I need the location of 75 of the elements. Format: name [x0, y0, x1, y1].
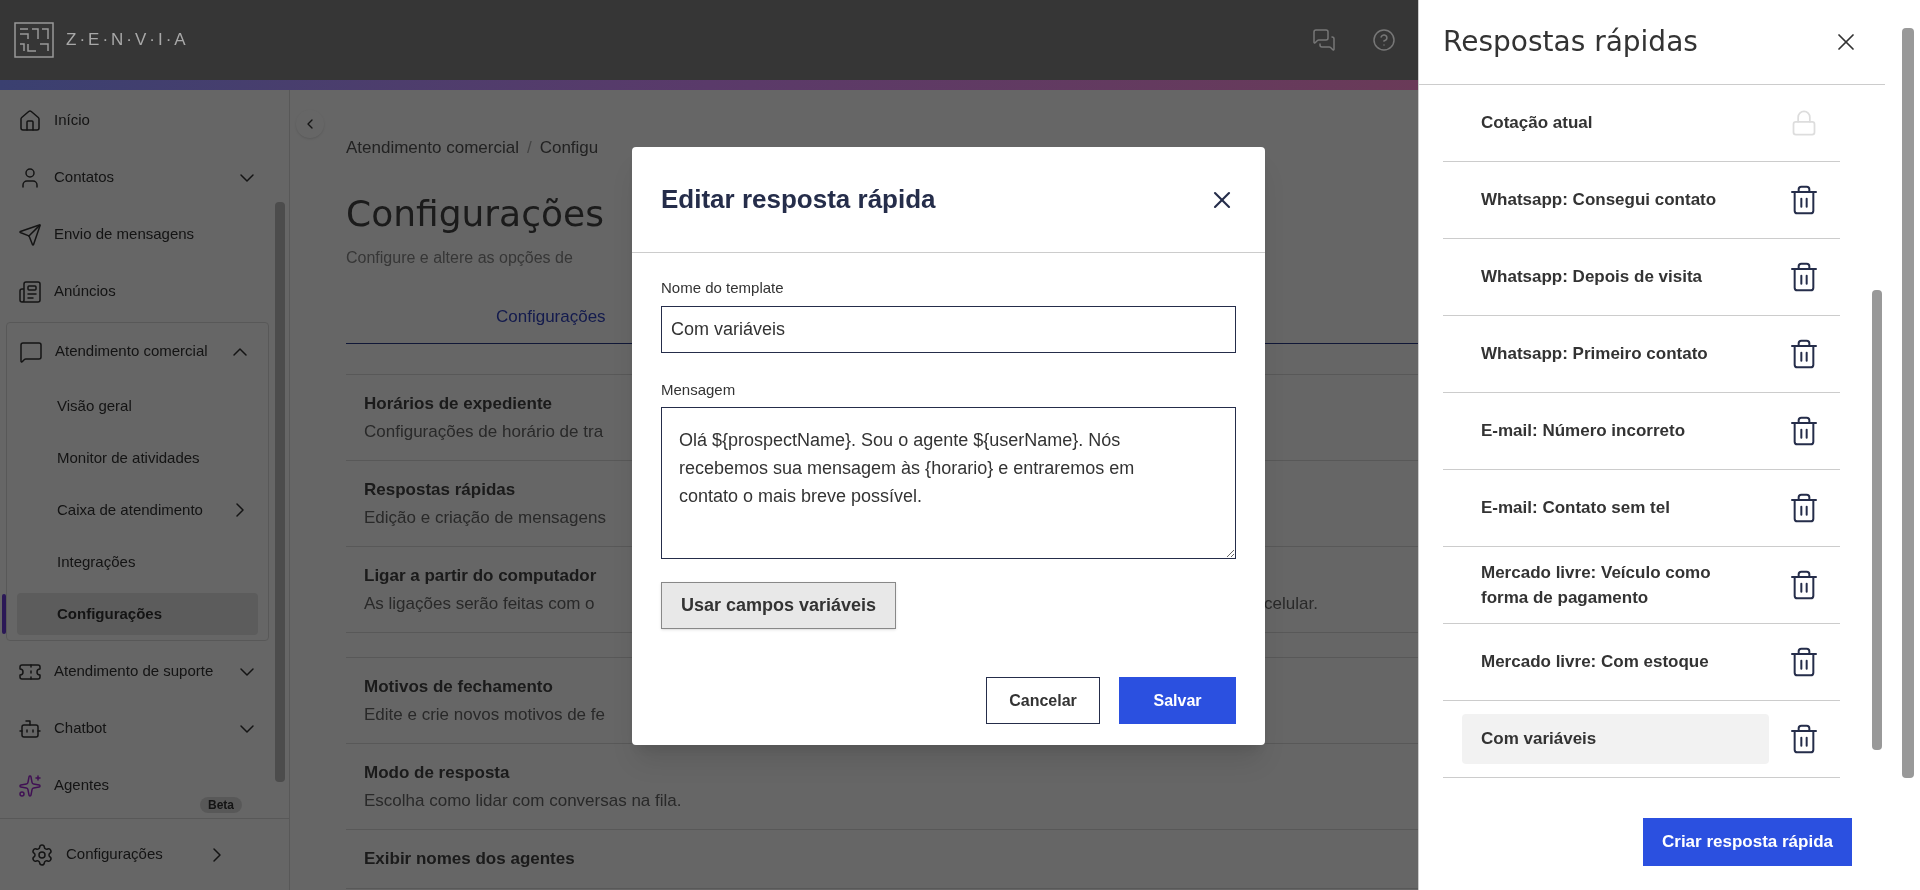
dialog-title: Editar resposta rápida: [661, 183, 936, 216]
template-name-field[interactable]: Com variáveis: [661, 305, 1236, 353]
breadcrumb-link[interactable]: Atendimento comercial: [346, 135, 519, 161]
submenu-item[interactable]: Caixa de atendimento: [7, 484, 268, 536]
sparkles-icon: [18, 773, 42, 798]
section-title: Modo de resposta: [364, 762, 510, 784]
send-icon: [18, 222, 42, 247]
section-description: As ligações serão feitas com o: [364, 593, 595, 613]
logo-icon: [14, 22, 54, 58]
cancel-button[interactable]: Cancelar: [986, 677, 1100, 724]
section-description: Edição e criação de mensagens: [364, 507, 606, 527]
help-icon[interactable]: [1372, 28, 1396, 52]
quick-reply-item[interactable]: Mercado livre: Com estoque: [1462, 637, 1769, 687]
submenu-label: Integrações: [57, 551, 137, 572]
submenu-label: Visão geral: [57, 395, 133, 416]
quick-reply-item[interactable]: Whatsapp: Consegui contato: [1462, 175, 1769, 225]
section-title: Ligar a partir do computador: [364, 565, 597, 587]
sidebar-item[interactable]: Envio de mensagens: [54, 223, 259, 246]
section-description: Escolha como lidar com conversas na fila.: [364, 790, 682, 810]
section-title: Respostas rápidas: [364, 479, 516, 501]
delete-icon[interactable]: [1788, 569, 1820, 601]
save-button[interactable]: Salvar: [1119, 677, 1236, 724]
field-label: Nome do template: [661, 278, 785, 298]
variables-button[interactable]: Usar campos variáveis: [661, 582, 897, 629]
quick-reply-item[interactable]: E-mail: Número incorreto: [1462, 406, 1769, 456]
submenu-label: Configurações: [57, 603, 163, 624]
chat-icon: [19, 339, 43, 364]
footer-label: Configurações: [66, 844, 164, 865]
sidebar-item[interactable]: Agentes: [54, 774, 259, 797]
newspaper-icon: [18, 279, 42, 304]
delete-icon[interactable]: [1788, 646, 1820, 678]
lock-icon: [1790, 109, 1818, 137]
quick-reply-item[interactable]: Whatsapp: Depois de visita: [1462, 252, 1769, 302]
delete-icon[interactable]: [1788, 184, 1820, 216]
quick-reply-item[interactable]: Com variáveis: [1462, 714, 1769, 764]
section-title: Exibir nomes dos agentes: [364, 848, 575, 870]
sidebar-item[interactable]: Chatbot: [54, 717, 223, 740]
delete-icon[interactable]: [1788, 261, 1820, 293]
beta-badge: Beta: [200, 797, 242, 813]
submenu-item[interactable]: Integrações: [7, 536, 268, 588]
chat-help-icon[interactable]: [1312, 28, 1336, 52]
breadcrumb-separator: /: [526, 137, 532, 160]
panel-title: Respostas rápidas: [1443, 24, 1698, 60]
section-description: Edite e crie novos motivos de fe: [364, 704, 605, 724]
page-title: Configurações: [346, 192, 604, 236]
sidebar-item[interactable]: Atendimento de suporte: [54, 660, 223, 683]
field-label: Mensagem: [661, 379, 737, 400]
submenu-item[interactable]: Monitor de atividades: [7, 432, 268, 484]
sidebar-item[interactable]: Início: [54, 109, 259, 132]
message-field[interactable]: Olá ${prospectName}. Sou o agente ${userName}. Nós recebemos sua mensagem às {horario} e entraremos em contato o mais breve possível.: [661, 407, 1236, 559]
section-description: celular.: [1264, 592, 1318, 615]
tab[interactable]: Configurações: [496, 307, 606, 326]
sidebar-item[interactable]: Contatos: [54, 166, 223, 189]
quick-reply-item[interactable]: E-mail: Contato sem tel: [1462, 483, 1769, 533]
home-icon: [18, 108, 42, 133]
section-title: Motivos de fechamento: [364, 676, 553, 698]
delete-icon[interactable]: [1788, 338, 1820, 370]
submenu-label: Monitor de atividades: [57, 447, 201, 468]
delete-icon[interactable]: [1788, 415, 1820, 447]
delete-icon[interactable]: [1788, 723, 1820, 755]
quick-reply-item[interactable]: Cotação atual: [1462, 98, 1771, 148]
delete-icon[interactable]: [1788, 492, 1820, 524]
submenu-item[interactable]: Visão geral: [7, 380, 268, 432]
active-indicator: [2, 594, 6, 634]
quick-reply-item[interactable]: Mercado livre: Veículo como forma de pagamento: [1462, 547, 1769, 623]
sidebar-item[interactable]: Atendimento comercial: [55, 340, 216, 363]
settings-icon: [30, 842, 54, 867]
create-button[interactable]: Criar resposta rápida: [1643, 818, 1852, 866]
sidebar-item[interactable]: Anúncios: [54, 280, 259, 303]
submenu-label: Caixa de atendimento: [57, 499, 204, 520]
quick-reply-item[interactable]: Whatsapp: Primeiro contato: [1462, 329, 1769, 379]
brand-name: Z·E·N·V·I·A: [66, 29, 189, 52]
section-description: Configurações de horário de tra: [364, 421, 604, 441]
breadcrumb-current: Configu: [539, 137, 599, 160]
section-title: Horários de expediente: [364, 393, 552, 415]
